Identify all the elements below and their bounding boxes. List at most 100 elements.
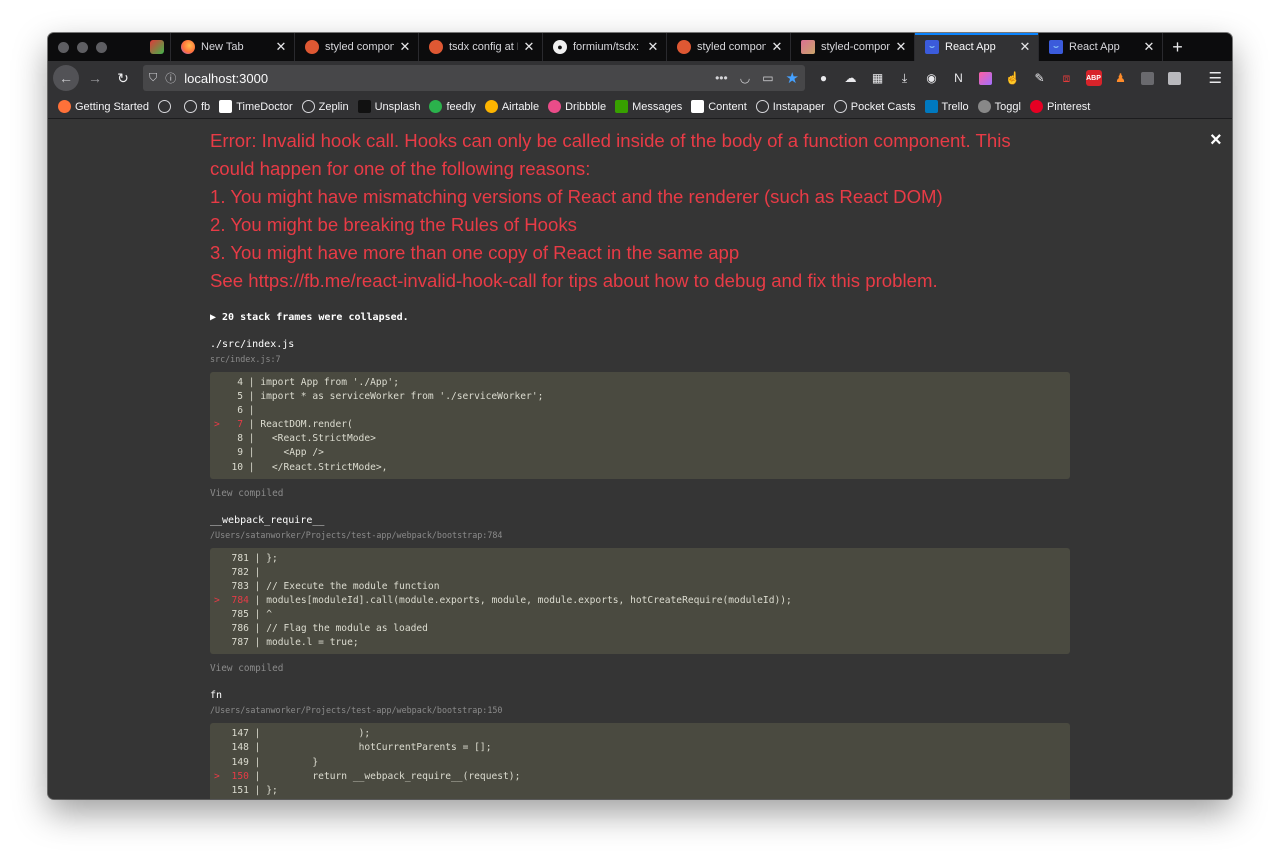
notion-icon[interactable]: N: [948, 68, 969, 89]
bookmark-item[interactable]: feedly: [429, 100, 476, 113]
close-icon[interactable]: ✕: [894, 39, 908, 54]
bookmark-item[interactable]: [158, 100, 175, 113]
figure-extension-icon[interactable]: ♟: [1110, 68, 1131, 89]
zoom-window-button[interactable]: [96, 41, 107, 53]
tab-title: tsdx config at Di: [449, 41, 518, 53]
bookmark-item[interactable]: Airtable: [484, 100, 539, 113]
gutter-separator: |: [248, 784, 267, 796]
bookmark-star-icon[interactable]: ★: [786, 69, 799, 87]
gift-icon[interactable]: ⧈: [1056, 68, 1077, 89]
info-icon[interactable]: ⓘ: [165, 70, 176, 86]
stack-frame-location[interactable]: src/index.js:7: [210, 354, 1070, 364]
eyedropper-icon[interactable]: ✎: [1029, 68, 1050, 89]
close-icon[interactable]: ✕: [1018, 39, 1032, 54]
bookmark-item[interactable]: Pinterest: [1029, 100, 1090, 113]
stack-frame-location[interactable]: /Users/satanworker/Projects/test-app/web…: [210, 705, 1070, 715]
pocket-icon[interactable]: ◡: [740, 71, 750, 85]
tab-react-app-active[interactable]: ⌣ React App ✕: [914, 33, 1038, 61]
extensions-toolbar: ● ☁ ▦ ⤓ ◉ N ☝ ✎ ⧈ ABP ♟: [813, 68, 1185, 89]
gradient-extension-icon[interactable]: [975, 68, 996, 89]
cloud-icon[interactable]: ☁: [840, 68, 861, 89]
upwork-icon: [615, 100, 629, 113]
1password-icon[interactable]: ●: [813, 68, 834, 89]
bookmark-item[interactable]: Toggl: [977, 100, 1021, 113]
url-text[interactable]: localhost:3000: [184, 71, 715, 86]
duckduckgo-icon: [429, 40, 443, 54]
reader-view-icon[interactable]: ▭: [762, 71, 773, 85]
new-tab-button[interactable]: +: [1162, 33, 1192, 61]
error-message-line: 1. You might have mismatching versions o…: [210, 186, 943, 207]
hamburger-menu-icon[interactable]: ☰: [1209, 69, 1222, 87]
close-icon[interactable]: ✕: [1142, 39, 1156, 54]
code-line: 148 | hotCurrentParents = [];: [210, 741, 1070, 755]
tab-styled-components-search-2[interactable]: styled component ✕: [666, 33, 790, 61]
pinned-tab[interactable]: [144, 33, 170, 61]
globe-icon: [184, 100, 197, 113]
code-text: // Execute the module function: [266, 580, 440, 592]
line-number: 9: [237, 447, 244, 459]
close-icon[interactable]: ✕: [274, 39, 288, 54]
close-icon[interactable]: ✕: [522, 39, 536, 54]
download-icon[interactable]: ⤓: [894, 68, 915, 89]
view-compiled-link[interactable]: View compiled: [210, 488, 1070, 499]
line-number: 4: [237, 377, 244, 388]
tab-react-app[interactable]: ⌣ React App ✕: [1038, 33, 1162, 61]
bookmark-item[interactable]: Unsplash: [357, 100, 420, 113]
translate-extension-icon[interactable]: [1164, 68, 1185, 89]
collapsed-frames-toggle[interactable]: ▶ 20 stack frames were collapsed.: [210, 312, 1070, 323]
adblock-plus-icon[interactable]: ABP: [1083, 68, 1104, 89]
page-actions-icon[interactable]: •••: [715, 71, 728, 85]
code-line: 786 | // Flag the module as loaded: [210, 622, 1070, 636]
close-icon[interactable]: ✕: [770, 39, 784, 54]
globe-icon: [301, 100, 315, 113]
bookmark-item[interactable]: Content: [691, 100, 747, 113]
gutter-separator: |: [248, 770, 267, 782]
forward-button[interactable]: →: [83, 66, 107, 90]
close-window-button[interactable]: [58, 41, 69, 53]
gutter-separator: |: [243, 447, 261, 459]
dribbble-icon: [548, 100, 562, 113]
shield-icon[interactable]: ⛉: [149, 72, 157, 85]
close-icon[interactable]: ✕: [398, 39, 412, 54]
stack-frame-location[interactable]: /Users/satanworker/Projects/test-app/web…: [210, 530, 1070, 540]
code-line: 785 | ^: [210, 608, 1070, 622]
tab-styled-components-search[interactable]: styled component ✕: [294, 33, 418, 61]
close-icon[interactable]: ✕: [646, 39, 660, 54]
bookmark-item[interactable]: Trello: [924, 100, 969, 113]
url-bar[interactable]: ⛉ ⓘ localhost:3000 ••• ◡ ▭ ★: [143, 65, 805, 91]
line-number: 785: [231, 609, 249, 621]
close-overlay-button[interactable]: ×: [1210, 129, 1222, 152]
bookmark-item[interactable]: TimeDoctor: [219, 100, 293, 113]
line-number: 6: [237, 405, 244, 417]
view-compiled-link[interactable]: View compiled: [210, 663, 1070, 674]
globe-icon: [158, 100, 171, 113]
bookmark-item[interactable]: Instapaper: [755, 100, 825, 113]
tab-tsdx-config[interactable]: tsdx config at Di ✕: [418, 33, 542, 61]
bookmark-item[interactable]: fb: [184, 100, 210, 113]
tab-formium-tsdx[interactable]: ● formium/tsdx: Ze ✕: [542, 33, 666, 61]
minimize-window-button[interactable]: [77, 41, 88, 53]
tab-styled-components[interactable]: styled-compone ✕: [790, 33, 914, 61]
bookmark-item[interactable]: Pocket Casts: [833, 100, 916, 113]
bookmark-label: fb: [201, 100, 211, 113]
react-app-icon: ⌣: [1049, 40, 1063, 54]
line-number: 149: [231, 756, 249, 768]
bookmark-item[interactable]: Dribbble: [548, 100, 606, 113]
apps-grid-icon[interactable]: ▦: [867, 68, 888, 89]
bookmark-item[interactable]: Getting Started: [58, 100, 149, 113]
bookmark-item[interactable]: Zeplin: [301, 100, 349, 113]
bookmarks-toolbar: Getting Started fb TimeDoctor Zeplin Unsplas…: [48, 95, 1232, 119]
bookmark-label: Instapaper: [772, 100, 825, 113]
tab-new-tab[interactable]: New Tab ✕: [170, 33, 294, 61]
stack-frames: ./src/index.js src/index.js:7 4 | import …: [210, 339, 1070, 799]
pointer-icon[interactable]: ☝: [1002, 68, 1023, 89]
bookmark-label: Toggl: [994, 100, 1021, 113]
back-button[interactable]: ←: [53, 65, 79, 91]
grey-extension-icon[interactable]: [1137, 68, 1158, 89]
amazon-icon: [691, 100, 705, 113]
bookmark-item[interactable]: Messages: [615, 100, 682, 113]
account-icon[interactable]: ◉: [921, 68, 942, 89]
stack-frame-function: __webpack_require__: [210, 514, 325, 526]
reload-button[interactable]: ↻: [111, 66, 135, 90]
error-message-line[interactable]: See https://fb.me/react-invalid-hook-cal…: [210, 267, 1030, 295]
